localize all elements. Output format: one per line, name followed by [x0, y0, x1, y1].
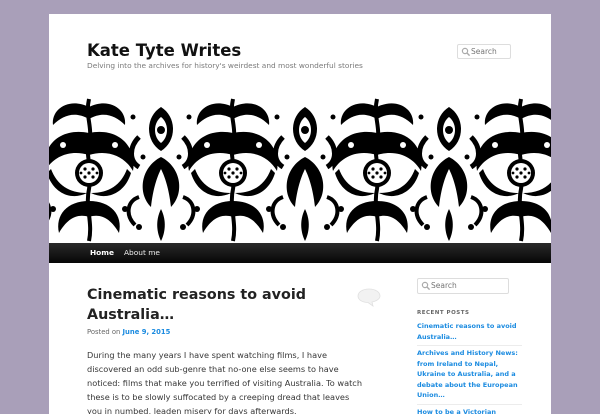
site-description: Delving into the archives for history's … [87, 61, 363, 70]
header-image [49, 97, 551, 243]
post-meta: Posted on June 9, 2015 [87, 328, 170, 336]
sidebar-search[interactable] [417, 278, 509, 294]
site-title[interactable]: Kate Tyte Writes [87, 41, 241, 60]
post-title[interactable]: Cinematic reasons to avoid Australia… [87, 285, 327, 325]
posted-on-label: Posted on [87, 328, 120, 336]
search-icon [461, 47, 471, 57]
recent-posts-heading: RECENT POSTS [417, 310, 469, 316]
main-navigation: Home About me [49, 243, 551, 263]
recent-post-link[interactable]: How to be a Victorian [417, 404, 522, 414]
recent-post-link[interactable]: Cinematic reasons to avoid Australia… [417, 319, 522, 345]
damask-pattern [49, 97, 551, 243]
nav-item-home[interactable]: Home [90, 243, 114, 263]
header-search[interactable] [457, 44, 511, 59]
nav-item-about-me[interactable]: About me [124, 243, 160, 263]
post-date-link[interactable]: June 9, 2015 [123, 328, 171, 336]
recent-post-link[interactable]: Archives and History News: from Ireland … [417, 345, 522, 404]
search-icon [421, 281, 431, 291]
sidebar-search-input[interactable] [431, 279, 505, 292]
comment-bubble-icon[interactable] [357, 287, 381, 307]
header-search-input[interactable] [471, 45, 507, 58]
post-excerpt: During the many years I have spent watch… [87, 348, 362, 414]
page: Kate Tyte Writes Delving into the archiv… [49, 14, 551, 414]
